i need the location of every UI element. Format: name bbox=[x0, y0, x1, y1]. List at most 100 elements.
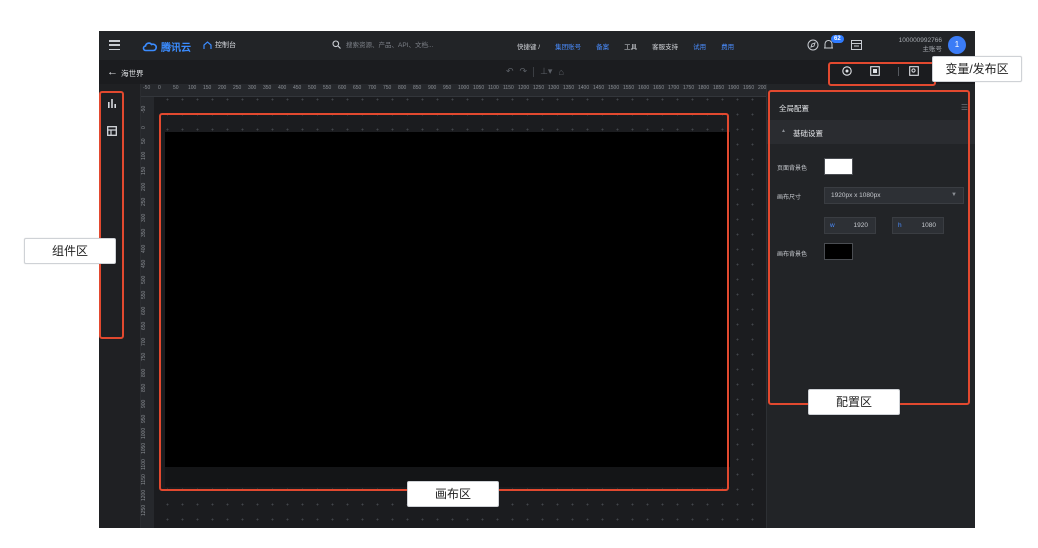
account-role: 主账号 bbox=[922, 46, 943, 53]
ruler-tick-label: 600 bbox=[141, 306, 147, 315]
ruler-tick-label: 750 bbox=[141, 352, 147, 361]
ruler-tick-label: 2000 bbox=[758, 85, 766, 91]
lock-icon[interactable]: ⌂ bbox=[558, 67, 563, 77]
ruler-tick-label: 1250 bbox=[141, 504, 147, 516]
ruler-tick-label: 900 bbox=[428, 85, 437, 91]
nav-link[interactable]: 客服支持 bbox=[652, 41, 678, 51]
ruler-tick-label: 300 bbox=[141, 213, 147, 222]
page-bg-color-swatch[interactable] bbox=[824, 158, 853, 175]
ruler-tick-label: 400 bbox=[141, 244, 147, 253]
ruler-tick-label: 500 bbox=[141, 275, 147, 284]
ruler-tick-label: 1200 bbox=[518, 85, 530, 91]
ruler-tick-label: 550 bbox=[141, 290, 147, 299]
collapse-caret-icon[interactable]: ▲ bbox=[781, 128, 786, 134]
nav-link[interactable]: 备案 bbox=[596, 41, 609, 51]
redo-icon[interactable]: ↷ bbox=[520, 66, 528, 77]
nav-link[interactable]: 集团账号 bbox=[555, 41, 581, 51]
ruler-horizontal: -50 0 50 100 150 200 250 300 350 400 450 500 550 600 6… bbox=[141, 84, 766, 97]
ruler-tick-label: 1000 bbox=[458, 85, 470, 91]
project-title: 海世界 bbox=[121, 69, 144, 78]
nav-link[interactable]: 工具 bbox=[624, 41, 637, 51]
ruler-tick-label: 600 bbox=[338, 85, 347, 91]
canvas-size-select[interactable]: 1920px x 1080px ▼ bbox=[824, 187, 964, 204]
menu-icon[interactable] bbox=[109, 40, 120, 50]
canvas-width-input[interactable]: w 1920 bbox=[824, 217, 876, 234]
ruler-tick-label: 500 bbox=[308, 85, 317, 91]
canvas-size-label: 画布尺寸 bbox=[777, 195, 802, 201]
account-info[interactable]: 100000992766 主账号 bbox=[887, 36, 942, 54]
ruler-tick-label: 1050 bbox=[473, 85, 485, 91]
workspace[interactable] bbox=[154, 97, 766, 528]
nav-link[interactable]: 费用 bbox=[721, 41, 734, 51]
ruler-tick-label: -50 bbox=[143, 85, 151, 91]
ruler-tick-label: 950 bbox=[141, 414, 147, 423]
ruler-tick-label: 1300 bbox=[548, 85, 560, 91]
console-link[interactable]: 控制台 bbox=[203, 40, 236, 50]
config-area-callout: 配置区 bbox=[808, 389, 900, 415]
ruler-tick-label: 1650 bbox=[653, 85, 665, 91]
compass-icon[interactable] bbox=[807, 39, 819, 51]
width-prefix: w bbox=[830, 222, 835, 229]
ruler-tick-label: 1900 bbox=[728, 85, 740, 91]
editor-app: 腾讯云 控制台 搜索资源、产品、API、文档... 快捷键 / 集团账号 备案 工具 客… bbox=[99, 31, 975, 528]
brand-name: 腾讯云 bbox=[161, 43, 191, 54]
ruler-tick-label: 450 bbox=[293, 85, 302, 91]
nav-link[interactable]: 试用 bbox=[693, 41, 706, 51]
back-arrow-icon[interactable]: ← bbox=[107, 66, 118, 78]
divider bbox=[898, 66, 899, 76]
canvas[interactable] bbox=[165, 132, 730, 467]
panel-title: 全局配置 bbox=[779, 104, 809, 113]
screenshot-icon[interactable] bbox=[909, 66, 919, 76]
width-value: 1920 bbox=[853, 222, 868, 229]
ruler-tick-label: -50 bbox=[141, 105, 147, 113]
ruler-tick-label: 1200 bbox=[141, 489, 147, 501]
ruler-tick-label: 1050 bbox=[141, 442, 147, 454]
list-menu-icon[interactable]: ☰ bbox=[961, 103, 968, 112]
layer-align-icon[interactable]: ⊥▾ bbox=[540, 66, 552, 77]
ruler-tick-label: 550 bbox=[323, 85, 332, 91]
publish-area-callout: 变量/发布区 bbox=[932, 56, 1022, 82]
ruler-tick-label: 400 bbox=[278, 85, 287, 91]
canvas-height-input[interactable]: h 1080 bbox=[892, 217, 944, 234]
search-icon bbox=[332, 39, 341, 49]
preview-icon[interactable] bbox=[870, 66, 880, 76]
account-id: 100000992766 bbox=[898, 37, 942, 44]
ruler-tick-label: 100 bbox=[188, 85, 197, 91]
global-search[interactable]: 搜索资源、产品、API、文档... bbox=[332, 39, 433, 49]
ruler-tick-label: 1150 bbox=[503, 85, 514, 91]
canvas-bg-color-swatch[interactable] bbox=[824, 243, 853, 260]
ruler-tick-label: 700 bbox=[141, 337, 147, 346]
avatar[interactable]: 1 bbox=[948, 36, 966, 54]
layout-component-icon[interactable] bbox=[107, 126, 117, 136]
ruler-tick-label: 1000 bbox=[141, 427, 147, 439]
ruler-tick-label: 1500 bbox=[608, 85, 620, 91]
ruler-tick-label: 650 bbox=[353, 85, 362, 91]
ruler-tick-label: 1850 bbox=[713, 85, 725, 91]
ruler-tick-label: 100 bbox=[141, 151, 147, 160]
component-area-callout: 组件区 bbox=[24, 238, 116, 264]
divider bbox=[533, 66, 535, 77]
ruler-tick-label: 1800 bbox=[698, 85, 710, 91]
cloud-logo-icon bbox=[142, 42, 157, 52]
ruler-tick-label: 1250 bbox=[533, 85, 545, 91]
variable-icon[interactable] bbox=[842, 66, 852, 76]
ruler-tick-label: 800 bbox=[141, 368, 147, 377]
config-panel: 全局配置 ☰ ▲ 基础设置 页面背景色 画布尺寸 1920px x 1080px… bbox=[766, 84, 975, 528]
ruler-tick-label: 1950 bbox=[743, 85, 755, 91]
ruler-tick-label: 1350 bbox=[563, 85, 575, 91]
ruler-tick-label: 350 bbox=[141, 228, 147, 237]
nav-link[interactable]: 快捷键 / bbox=[517, 41, 540, 51]
ruler-tick-label: 150 bbox=[203, 85, 212, 91]
ruler-tick-label: 300 bbox=[248, 85, 257, 91]
ruler-tick-label: 200 bbox=[218, 85, 227, 91]
inbox-icon[interactable] bbox=[851, 40, 862, 50]
chart-component-icon[interactable] bbox=[107, 98, 117, 108]
brand-logo[interactable]: 腾讯云 bbox=[142, 39, 191, 54]
section-title: 基础设置 bbox=[793, 129, 823, 138]
undo-icon[interactable]: ↶ bbox=[506, 66, 514, 77]
ruler-tick-label: 1100 bbox=[488, 85, 499, 91]
basic-settings-section[interactable]: ▲ 基础设置 bbox=[767, 120, 975, 144]
ruler-tick-label: 0 bbox=[158, 85, 161, 91]
search-placeholder: 搜索资源、产品、API、文档... bbox=[346, 42, 434, 49]
ruler-tick-label: 350 bbox=[263, 85, 272, 91]
